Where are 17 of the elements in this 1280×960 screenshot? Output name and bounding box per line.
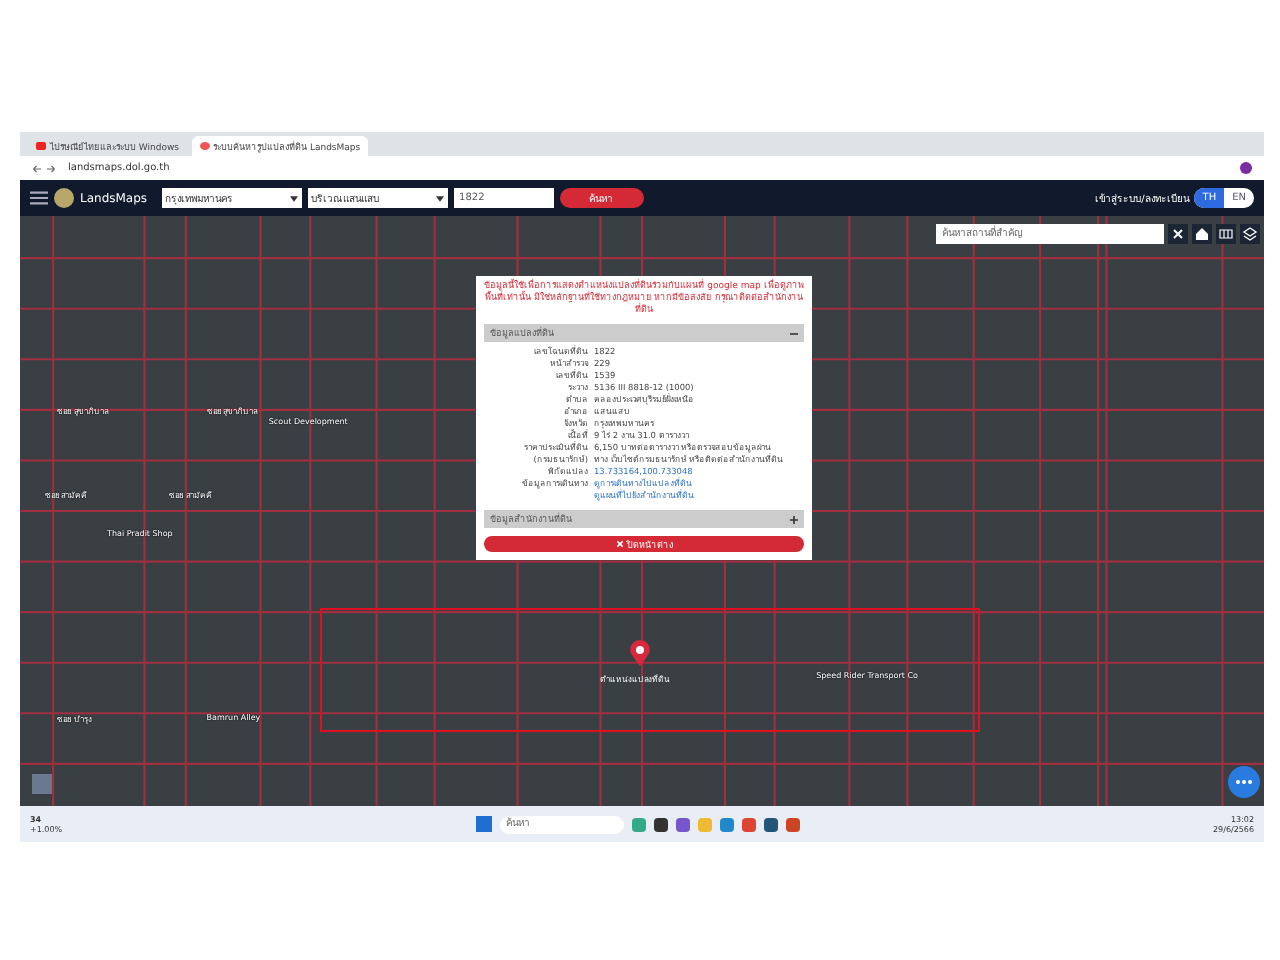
more-options-button[interactable] [1228,766,1260,798]
satellite-map[interactable] [20,216,1264,806]
menu-icon[interactable] [30,190,48,206]
home-icon[interactable] [1192,224,1212,244]
windows-start-icon[interactable] [475,816,492,832]
close-icon [615,540,623,548]
caret-icon [435,195,444,201]
profile-avatar[interactable] [1240,162,1252,174]
logo-seal-icon [54,188,74,208]
caret-icon [289,195,298,201]
back-forward-arrows-icon[interactable] [32,163,56,173]
close-icon[interactable] [1168,224,1188,244]
collapse-icon[interactable] [790,329,798,337]
location-pin-icon [630,640,650,668]
layers-icon[interactable] [1240,224,1260,244]
ruler-icon[interactable] [1216,224,1236,244]
expand-icon[interactable] [790,515,798,523]
